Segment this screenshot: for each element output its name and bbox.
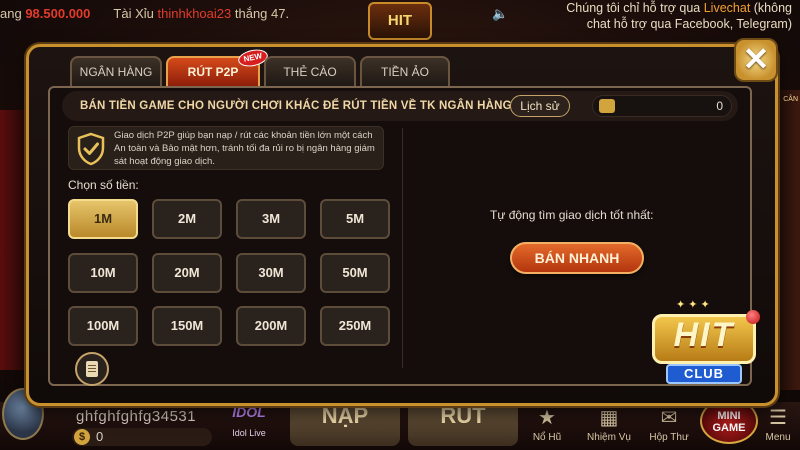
amount-option[interactable]: 50M bbox=[320, 253, 390, 293]
amount-option[interactable]: 2M bbox=[152, 199, 222, 239]
close-icon: ✕ bbox=[742, 41, 770, 77]
amount-option[interactable]: 3M bbox=[236, 199, 306, 239]
wallet-display: 0 bbox=[592, 95, 732, 117]
note-icon bbox=[86, 361, 98, 377]
menu-icon: ☰ bbox=[769, 407, 787, 429]
nav-missions[interactable]: ▦ Nhiệm Vụ bbox=[584, 404, 634, 443]
menu-label: Menu bbox=[765, 432, 791, 443]
background-banner-left bbox=[0, 110, 28, 370]
withdraw-button[interactable]: RÚT bbox=[408, 402, 518, 446]
idol-label: Idol Live bbox=[232, 428, 266, 438]
panel-divider bbox=[402, 128, 403, 368]
amount-option[interactable]: 20M bbox=[152, 253, 222, 293]
nav-mailbox-label: Hộp Thư bbox=[649, 432, 689, 443]
support-notice: Chúng tôi chỉ hỗ trợ qua Livechat (không… bbox=[542, 0, 792, 32]
close-button[interactable]: ✕ bbox=[734, 38, 778, 82]
ticker-prefix: ang bbox=[0, 6, 22, 21]
tab-scratch-card[interactable]: THẺ CÀO bbox=[264, 56, 356, 86]
amount-option[interactable]: 200M bbox=[236, 306, 306, 346]
auto-match-text: Tự động tìm giao dịch tốt nhất: bbox=[490, 208, 654, 222]
quick-sell-button[interactable]: BÁN NHANH bbox=[510, 242, 644, 274]
coin-icon: $ bbox=[74, 429, 90, 445]
panel-title: BÁN TIỀN GAME CHO NGƯỜI CHƠI KHÁC ĐỂ RÚT… bbox=[80, 100, 512, 112]
deposit-button[interactable]: NẠP bbox=[290, 402, 400, 446]
note-button[interactable] bbox=[75, 352, 109, 386]
side-label: CÂN bbox=[783, 96, 798, 103]
nav-missions-label: Nhiệm Vụ bbox=[587, 432, 631, 443]
amount-option[interactable]: 1M bbox=[68, 199, 138, 239]
ticker-amount: 98.500.000 bbox=[25, 6, 91, 21]
sparkle-icon: ✦ ✦ ✦ bbox=[676, 299, 710, 311]
nav-mailbox[interactable]: ✉ Hộp Thư bbox=[644, 404, 694, 443]
idol-live-button[interactable]: IDOL Idol Live bbox=[226, 404, 272, 448]
amount-option[interactable]: 150M bbox=[152, 306, 222, 346]
idol-logo: IDOL bbox=[232, 404, 266, 420]
ticker-win: thắng 47. bbox=[234, 6, 290, 21]
wallet-icon bbox=[599, 99, 615, 113]
winners-ticker: ang 98.500.000 Tài Xỉu thinhkhoai23 thắn… bbox=[0, 6, 289, 21]
ticker-game: Tài Xỉu bbox=[113, 6, 154, 21]
game-screen: ang 98.500.000 Tài Xỉu thinhkhoai23 thắn… bbox=[0, 0, 800, 450]
balance-value: 0 bbox=[96, 429, 104, 444]
top-logo: HIT bbox=[368, 2, 432, 40]
slot-machine-icon: ★ bbox=[538, 407, 556, 429]
logo-hit-text: HIT bbox=[673, 316, 735, 354]
history-button[interactable]: Lịch sử bbox=[510, 95, 570, 117]
amount-option[interactable]: 10M bbox=[68, 253, 138, 293]
amount-option[interactable]: 250M bbox=[320, 306, 390, 346]
support-text-1: Chúng tôi chỉ hỗ trợ qua bbox=[566, 1, 704, 15]
ticker-user: thinhkhoai23 bbox=[157, 6, 232, 21]
speaker-icon[interactable]: 🔈 bbox=[492, 6, 508, 21]
info-text: Giao dịch P2P giúp bạn nạp / rút các kho… bbox=[114, 130, 375, 167]
mail-icon: ✉ bbox=[660, 407, 678, 429]
nav-jackpot-label: Nổ Hũ bbox=[532, 432, 562, 443]
nav-jackpot[interactable]: ★ Nổ Hũ bbox=[522, 404, 572, 443]
tab-crypto[interactable]: TIỀN ẢO bbox=[360, 56, 450, 86]
amount-label: Chọn số tiền: bbox=[68, 178, 139, 192]
wallet-value: 0 bbox=[716, 99, 723, 113]
amount-option[interactable]: 100M bbox=[68, 306, 138, 346]
shield-check-icon bbox=[77, 132, 105, 166]
player-name: ghfghfghfg34531 bbox=[76, 408, 197, 425]
hitclub-logo: ✦ ✦ ✦ HIT CLUB bbox=[644, 294, 762, 394]
lever-ball-icon bbox=[746, 310, 760, 324]
amount-option[interactable]: 5M bbox=[320, 199, 390, 239]
menu-button[interactable]: ☰ Menu bbox=[756, 404, 800, 443]
tab-bank[interactable]: NGÂN HÀNG bbox=[70, 56, 162, 86]
support-livechat[interactable]: Livechat bbox=[704, 1, 751, 15]
amount-option[interactable]: 30M bbox=[236, 253, 306, 293]
missions-icon: ▦ bbox=[599, 407, 619, 429]
logo-club-text: CLUB bbox=[666, 364, 742, 384]
balance-display: $ 0 bbox=[72, 428, 212, 446]
